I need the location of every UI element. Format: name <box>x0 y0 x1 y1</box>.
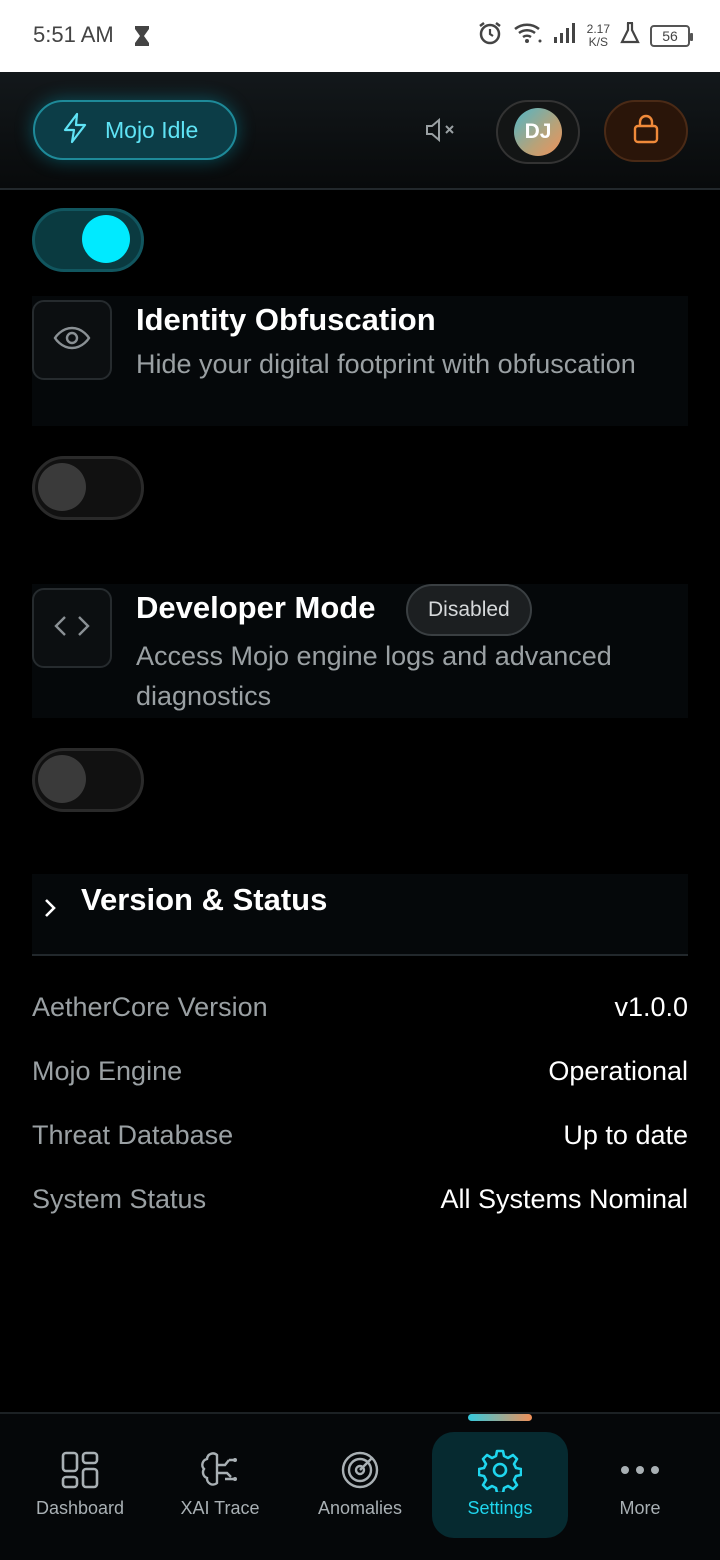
nav-label: XAI Trace <box>180 1498 260 1518</box>
eye-icon <box>52 324 92 357</box>
avatar: DJ <box>514 108 562 156</box>
nav-item-settings[interactable]: Settings <box>432 1432 568 1538</box>
net-speed: 2.17 K/S <box>586 21 610 49</box>
bottom-navigation: Dashboard XAI Trace Anomalies Settings M… <box>0 1412 720 1560</box>
version-status-header[interactable]: Version & Status <box>32 874 688 956</box>
developer-mode-toggle[interactable] <box>32 748 144 812</box>
info-label: System Status <box>32 1184 207 1214</box>
app-header: Mojo Idle DJ <box>0 72 720 190</box>
battery-indicator: 56 <box>650 24 693 47</box>
info-label: Mojo Engine <box>32 1056 183 1086</box>
info-value: Up to date <box>563 1120 688 1150</box>
info-label: AetherCore Version <box>32 992 268 1022</box>
wifi-icon <box>513 21 543 50</box>
flask-icon <box>620 21 640 49</box>
status-icons: 2.17 K/S 56 <box>477 20 693 51</box>
radar-icon <box>339 1448 381 1492</box>
dashboard-grid-icon <box>60 1448 100 1492</box>
identity-obfuscation-toggle[interactable] <box>32 456 144 520</box>
nav-label: More <box>619 1498 661 1518</box>
toggle-knob <box>38 463 86 511</box>
code-icon <box>52 612 92 645</box>
info-row-mojo-engine: Mojo Engine Operational <box>32 1056 688 1096</box>
net-speed-value: 2.17 <box>586 21 610 36</box>
identity-obfuscation-title: Identity Obfuscation <box>136 302 436 337</box>
version-status-title: Version & Status <box>81 882 328 917</box>
status-time: 5:51 AM <box>33 22 114 47</box>
mute-icon[interactable] <box>424 116 458 149</box>
info-row-aethercore-version: AetherCore Version v1.0.0 <box>32 992 688 1032</box>
developer-mode-status-badge: Disabled <box>406 584 532 636</box>
developer-mode-card: Developer Mode Disabled Access Mojo engi… <box>32 584 688 718</box>
info-label: Threat Database <box>32 1120 234 1150</box>
lightning-icon <box>61 112 89 149</box>
nav-label: Dashboard <box>35 1498 125 1518</box>
profile-button[interactable]: DJ <box>496 100 580 164</box>
signal-icon <box>553 22 577 49</box>
nav-item-xai-trace[interactable]: XAI Trace <box>152 1432 288 1538</box>
info-value: v1.0.0 <box>614 992 688 1022</box>
developer-icon-box <box>32 588 112 668</box>
info-row-system-status: System Status All Systems Nominal <box>32 1184 688 1224</box>
identity-obfuscation-card: Identity Obfuscation Hide your digital f… <box>32 296 688 426</box>
toggle-knob <box>82 215 130 263</box>
developer-mode-description: Access Mojo engine logs and advanced dia… <box>136 641 612 711</box>
nav-item-dashboard[interactable]: Dashboard <box>12 1432 148 1538</box>
previous-setting-toggle[interactable] <box>32 208 144 272</box>
info-value: All Systems Nominal <box>440 1184 688 1214</box>
toggle-knob <box>38 755 86 803</box>
lock-button[interactable] <box>604 100 688 162</box>
identity-icon-box <box>32 300 112 380</box>
active-tab-indicator <box>468 1414 532 1421</box>
mojo-status-label: Mojo Idle <box>105 116 199 143</box>
nav-label: Settings <box>467 1498 533 1518</box>
gear-icon <box>478 1448 522 1492</box>
developer-mode-title: Developer Mode <box>136 590 376 625</box>
alarm-icon <box>477 20 503 51</box>
net-speed-unit: K/S <box>588 34 608 49</box>
hourglass-icon <box>133 24 151 53</box>
chevron-right-icon <box>40 890 60 931</box>
identity-obfuscation-description: Hide your digital footprint with obfusca… <box>136 349 636 379</box>
mojo-status-button[interactable]: Mojo Idle <box>33 100 237 160</box>
status-bar: 5:51 AM 2.17 K/S 56 <box>0 0 720 72</box>
info-row-threat-database: Threat Database Up to date <box>32 1120 688 1160</box>
nav-item-more[interactable]: More <box>572 1432 708 1538</box>
lock-icon <box>632 113 660 150</box>
more-dots-icon <box>620 1448 660 1492</box>
info-value: Operational <box>548 1056 688 1086</box>
nav-item-anomalies[interactable]: Anomalies <box>292 1432 428 1538</box>
brain-icon <box>199 1448 241 1492</box>
nav-label: Anomalies <box>317 1498 403 1518</box>
